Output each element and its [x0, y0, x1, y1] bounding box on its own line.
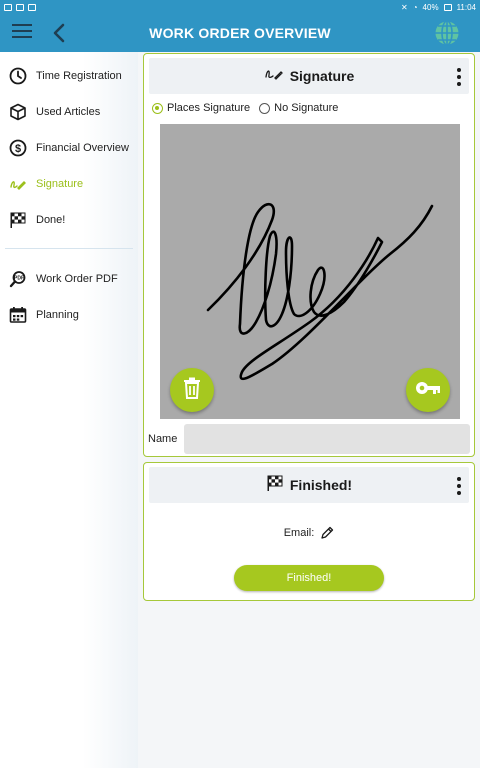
confirm-signature-key-button[interactable]	[406, 368, 450, 412]
battery-percent: 40%	[422, 2, 439, 12]
sidebar-divider	[5, 248, 133, 249]
key-icon	[415, 380, 441, 401]
box-icon	[9, 103, 27, 121]
notification-icon	[16, 3, 24, 11]
sidebar-item-label: Financial Overview	[36, 142, 129, 154]
sidebar-item-done[interactable]: Done!	[0, 202, 138, 238]
clock-time: 11:04	[456, 2, 476, 12]
mute-icon: ✕	[401, 2, 408, 12]
page-title: WORK ORDER OVERVIEW	[149, 25, 331, 41]
sidebar-item-label: Time Registration	[36, 70, 122, 82]
checkered-flag-icon	[266, 474, 284, 497]
sidebar-item-label: Signature	[36, 178, 84, 190]
signature-option-group: Places Signature No Signature	[152, 102, 347, 114]
radio-label: No Signature	[274, 102, 339, 114]
radio-label: Places Signature	[167, 102, 251, 114]
card-title: Finished!	[289, 477, 353, 493]
name-input[interactable]	[184, 424, 470, 454]
dollar-coin-icon: $	[9, 139, 27, 157]
email-label: Email:	[283, 527, 315, 539]
sidebar-item-planning[interactable]: Planning	[0, 297, 138, 333]
name-row: Name	[148, 424, 470, 454]
signature-icon	[9, 175, 27, 193]
sidebar-item-label: Planning	[36, 309, 79, 321]
signature-card: Signature Places Signature No Signature …	[143, 53, 475, 457]
sidebar-item-label: Used Articles	[36, 106, 101, 118]
file-notification-icon	[28, 3, 36, 11]
wifi-icon: ◔	[412, 2, 418, 12]
svg-text:PDF: PDF	[14, 276, 24, 282]
sidebar-item-used-articles[interactable]: Used Articles	[0, 94, 138, 130]
status-left-icons	[4, 3, 36, 11]
radio-unselected-icon	[259, 102, 271, 114]
places-signature-radio[interactable]: Places Signature	[152, 102, 250, 114]
calendar-icon	[9, 306, 27, 324]
edit-pencil-icon[interactable]	[320, 526, 334, 540]
battery-icon	[443, 3, 452, 11]
signature-icon	[264, 67, 284, 86]
name-label: Name	[148, 433, 178, 445]
sidebar-item-label: Done!	[36, 214, 66, 226]
finished-card-header: Finished!	[149, 467, 469, 503]
delete-signature-button[interactable]	[170, 368, 214, 412]
email-row: Email:	[144, 526, 474, 540]
radio-selected-icon	[152, 102, 163, 114]
more-options-icon[interactable]	[457, 477, 461, 495]
card-title: Signature	[289, 68, 355, 84]
globe-logo-icon[interactable]	[434, 20, 460, 46]
status-bar: ✕ ◔ 40% 11:04	[0, 0, 480, 14]
no-signature-radio[interactable]: No Signature	[259, 102, 338, 114]
status-right: ✕ ◔ 40% 11:04	[401, 3, 476, 12]
finished-button[interactable]: Finished!	[234, 565, 384, 591]
sidebar-item-time-registration[interactable]: Time Registration	[0, 58, 138, 94]
sidebar-item-financial-overview[interactable]: $ Financial Overview	[0, 130, 138, 166]
gallery-notification-icon	[4, 3, 12, 11]
more-options-icon[interactable]	[457, 68, 461, 86]
trash-icon	[182, 377, 202, 404]
svg-text:$: $	[15, 143, 21, 155]
sidebar: Time Registration Used Articles $ Financ…	[0, 52, 138, 768]
clock-icon	[9, 67, 27, 85]
signature-card-header: Signature	[149, 58, 469, 94]
checkered-flag-icon	[9, 211, 27, 229]
signature-pad[interactable]	[160, 124, 460, 419]
sidebar-item-work-order-pdf[interactable]: PDF Work Order PDF	[0, 261, 138, 297]
finished-card: Finished! Email: Finished!	[143, 462, 475, 601]
sidebar-item-label: Work Order PDF	[36, 273, 118, 285]
app-bar: WORK ORDER OVERVIEW	[0, 14, 480, 52]
pdf-search-icon: PDF	[9, 270, 27, 288]
sidebar-item-signature[interactable]: Signature	[0, 166, 138, 202]
